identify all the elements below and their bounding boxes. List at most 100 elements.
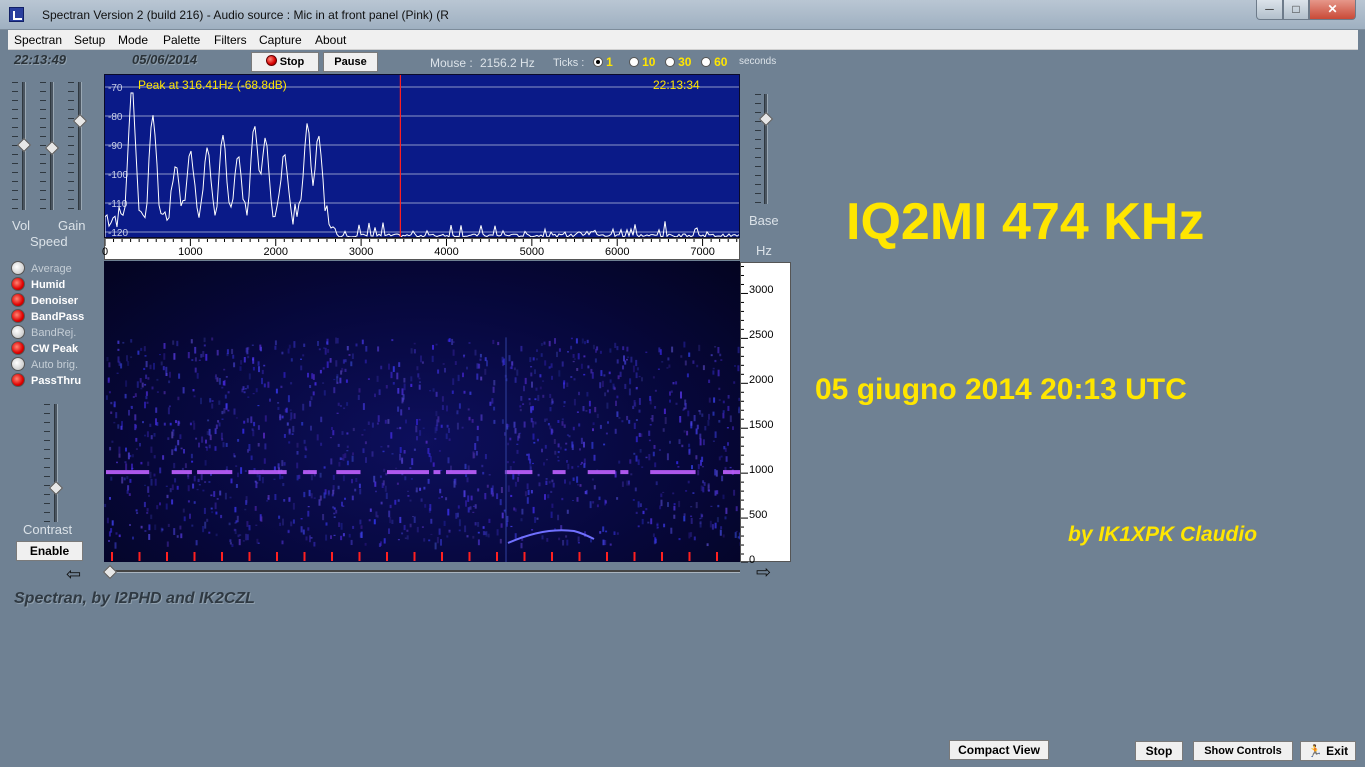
waterfall-speckle — [548, 340, 551, 347]
scroll-left-arrow-icon[interactable]: ⇦ — [66, 564, 81, 585]
waterfall-speckle — [482, 471, 485, 475]
base-slider-thumb[interactable] — [758, 111, 774, 127]
waterfall-speckle — [230, 478, 233, 484]
tick-option-1[interactable]: 1 — [593, 55, 613, 69]
waterfall-speckle — [202, 526, 205, 533]
menu-setup[interactable]: Setup — [74, 33, 105, 47]
waterfall-speckle — [566, 434, 569, 437]
waterfall-speckle — [221, 386, 224, 389]
waterfall-speckle — [708, 397, 711, 403]
exit-button[interactable]: 🏃 Exit — [1300, 741, 1356, 761]
waterfall-speckle — [361, 434, 364, 436]
spectrum-display[interactable]: -70 -80 -90 -100 -110 -120 Peak at 316.41Hz (… — [104, 74, 740, 238]
filter-bandpass[interactable]: BandPass — [11, 309, 84, 323]
base-slider[interactable] — [764, 94, 768, 204]
waterfall-speckle — [216, 349, 219, 356]
filter-auto-brig[interactable]: Auto brig. — [11, 357, 78, 371]
waterfall-speckle — [210, 507, 213, 510]
waterfall-speckle — [303, 439, 306, 444]
waterfall-speckle — [406, 535, 409, 540]
waterfall-speckle — [389, 517, 392, 524]
waterfall-speckle — [206, 518, 209, 522]
maximize-button[interactable]: □ — [1283, 0, 1309, 20]
vol-slider-thumb[interactable] — [16, 137, 32, 153]
menu-palette[interactable]: Palette — [163, 33, 200, 47]
menu-capture[interactable]: Capture — [259, 33, 302, 47]
filter-average[interactable]: Average — [11, 261, 72, 275]
filter-humid[interactable]: Humid — [11, 277, 65, 291]
waterfall-speckle — [337, 485, 340, 490]
compact-view-button[interactable]: Compact View — [949, 740, 1049, 760]
contrast-slider-thumb[interactable] — [48, 480, 64, 496]
horizontal-scroll-thumb[interactable] — [102, 564, 118, 580]
waterfall-speckle — [116, 461, 118, 464]
pause-button[interactable]: Pause — [323, 52, 378, 72]
stop-button[interactable]: Stop — [251, 52, 319, 72]
menu-spectran[interactable]: Spectran — [14, 33, 62, 47]
waterfall-speckle — [714, 359, 717, 363]
waterfall-speckle — [338, 522, 341, 528]
waterfall-speckle — [479, 358, 482, 361]
waterfall-speckle — [652, 451, 655, 457]
waterfall-speckle — [385, 492, 388, 500]
horizontal-scroll-track[interactable] — [108, 570, 740, 573]
waterfall-speckle — [551, 429, 554, 433]
filter-denoiser[interactable]: Denoiser — [11, 293, 78, 307]
show-controls-button[interactable]: Show Controls — [1193, 741, 1293, 761]
waterfall-speckle — [123, 477, 126, 481]
filter-passthru[interactable]: PassThru — [11, 373, 81, 387]
gain-slider-thumb[interactable] — [44, 140, 60, 156]
waterfall-speckle — [540, 343, 543, 346]
minimize-button[interactable]: ─ — [1256, 0, 1283, 20]
waterfall-speckle — [397, 539, 400, 541]
waterfall-speckle — [615, 400, 617, 407]
scroll-right-arrow-icon[interactable]: ⇨ — [756, 562, 771, 583]
waterfall-speckle — [576, 411, 579, 413]
waterfall-speckle — [642, 510, 645, 515]
waterfall-speckle — [557, 443, 560, 448]
waterfall-speckle — [325, 522, 328, 526]
waterfall-speckle — [523, 385, 525, 392]
enable-button[interactable]: Enable — [16, 541, 83, 561]
stop-bottom-button[interactable]: Stop — [1135, 741, 1183, 761]
waterfall-speckle — [718, 456, 721, 461]
waterfall-speckle — [336, 374, 339, 379]
speed-slider-thumb[interactable] — [72, 113, 88, 129]
waterfall-speckle — [564, 448, 567, 451]
waterfall-speckle — [148, 494, 150, 497]
waterfall-speckle — [531, 529, 534, 531]
waterfall-display[interactable] — [104, 261, 740, 562]
toggle-led-icon — [11, 293, 25, 307]
waterfall-speckle — [603, 443, 606, 446]
tick-option-10[interactable]: 10 — [629, 55, 655, 69]
waterfall-speckle — [351, 455, 354, 462]
waterfall-burst — [507, 529, 595, 544]
waterfall-speckle — [218, 378, 221, 385]
waterfall-speckle — [729, 466, 732, 469]
close-button[interactable]: ✕ — [1309, 0, 1356, 20]
waterfall-speckle — [359, 488, 362, 495]
menu-mode[interactable]: Mode — [118, 33, 148, 47]
waterfall-speckle — [713, 397, 716, 403]
menu-about[interactable]: About — [315, 33, 346, 47]
contrast-slider[interactable] — [54, 404, 58, 522]
speed-label: Speed — [30, 234, 68, 249]
waterfall-speckle — [307, 372, 309, 378]
waterfall-speckle — [389, 504, 392, 509]
menu-filters[interactable]: Filters — [214, 33, 247, 47]
speed-slider[interactable] — [78, 82, 82, 210]
waterfall-speckle — [410, 478, 413, 480]
waterfall-speckle — [701, 456, 704, 462]
waterfall-speckle — [145, 374, 148, 379]
tick-option-30[interactable]: 30 — [665, 55, 691, 69]
waterfall-speckle — [735, 506, 738, 512]
filter-bandrej[interactable]: BandRej. — [11, 325, 76, 339]
filter-cw-peak[interactable]: CW Peak — [11, 341, 78, 355]
tick-option-60[interactable]: 60 — [701, 55, 727, 69]
waterfall-speckle — [662, 428, 665, 432]
waterfall-speckle — [319, 369, 322, 374]
waterfall-speckle — [373, 475, 376, 483]
waterfall-speckle — [342, 359, 345, 364]
waterfall-speckle — [533, 441, 536, 444]
waterfall-speckle — [144, 401, 146, 409]
